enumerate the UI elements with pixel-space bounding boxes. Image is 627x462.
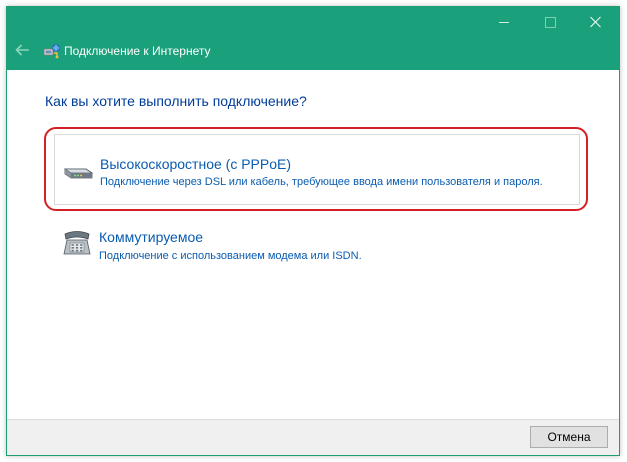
connection-question: Как вы хотите выполнить подключение? <box>45 93 307 109</box>
close-icon <box>590 16 602 28</box>
back-arrow-icon <box>15 44 29 56</box>
maximize-icon <box>544 16 556 28</box>
close-button[interactable] <box>573 7 619 37</box>
title-bar: Подключение к Интернету <box>7 7 619 70</box>
maximize-button[interactable] <box>527 7 573 37</box>
internet-connection-dialog: Подключение к Интернету Как вы хотите вы… <box>6 6 620 456</box>
minimize-button[interactable] <box>481 7 527 37</box>
minimize-icon <box>499 21 509 23</box>
option-pppoe[interactable]: Высокоскоростное (с PPPoE) Подключение ч… <box>54 134 580 205</box>
network-connection-icon <box>43 43 61 59</box>
cancel-button[interactable]: Отмена <box>530 426 608 448</box>
option-pppoe-description: Подключение через DSL или кабель, требую… <box>100 176 543 188</box>
option-pppoe-title: Высокоскоростное (с PPPoE) <box>100 156 292 172</box>
option-dialup-description: Подключение с использованием модема или … <box>99 250 362 262</box>
back-button[interactable] <box>12 41 32 59</box>
window-title: Подключение к Интернету <box>64 44 211 58</box>
option-dialup[interactable]: Коммутируемое Подключение с использовани… <box>54 220 580 270</box>
broadband-modem-icon <box>62 155 94 185</box>
option-dialup-title: Коммутируемое <box>99 229 204 245</box>
dialup-phone-icon <box>61 228 93 258</box>
dialog-footer <box>7 419 619 455</box>
